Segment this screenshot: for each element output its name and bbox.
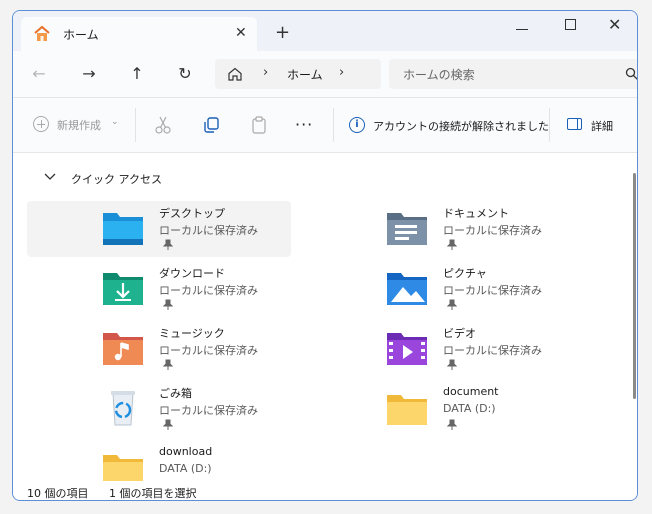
- tab-home[interactable]: ホーム ✕: [21, 17, 257, 51]
- status-bar: 10 個の項目 1 個の項目を選択: [13, 482, 637, 500]
- title-bar: ホーム ✕ + ✕: [13, 11, 637, 51]
- pin-icon: [163, 299, 173, 310]
- pin-icon: [163, 419, 173, 430]
- item-name: ごみ箱: [159, 387, 192, 400]
- address-bar[interactable]: › ホーム ›: [215, 59, 381, 89]
- selected-count: 1 個の項目を選択: [109, 487, 197, 500]
- file-explorer-window: ホーム ✕ + ✕ ← → ↑ ↻ › ホーム › ホームの検索 新規作成 ⌄ …: [12, 10, 638, 501]
- tab-title: ホーム: [63, 28, 99, 42]
- breadcrumb-home[interactable]: ホーム: [287, 66, 323, 83]
- breadcrumb-separator[interactable]: ›: [263, 65, 268, 80]
- pin-icon: [447, 299, 457, 310]
- cut-icon[interactable]: [153, 115, 173, 135]
- item-location: ローカルに保存済み: [159, 404, 258, 417]
- info-icon[interactable]: i: [349, 117, 365, 133]
- breadcrumb-separator[interactable]: ›: [339, 65, 344, 80]
- item-location: ローカルに保存済み: [443, 224, 542, 237]
- search-box[interactable]: ホームの検索: [389, 59, 637, 89]
- item-location: ローカルに保存済み: [159, 344, 258, 357]
- folder-icon: [387, 395, 427, 425]
- more-options-button[interactable]: ···: [295, 115, 313, 134]
- new-tab-button[interactable]: +: [275, 24, 290, 42]
- pictures-folder-icon: [387, 273, 427, 305]
- quick-access-item-recycle-bin[interactable]: ごみ箱 ローカルに保存済み: [27, 381, 291, 437]
- plus-icon: [33, 116, 49, 132]
- folder-icon: [103, 455, 143, 481]
- quick-access-item-videos[interactable]: ビデオ ローカルに保存済み: [311, 321, 575, 377]
- forward-button[interactable]: →: [79, 64, 99, 84]
- maximize-button[interactable]: [565, 19, 576, 30]
- search-placeholder: ホームの検索: [403, 68, 475, 82]
- account-disconnected-button[interactable]: アカウントの接続が解除されました: [373, 118, 549, 134]
- search-icon: [625, 67, 637, 80]
- up-button[interactable]: ↑: [127, 64, 147, 84]
- chevron-down-icon: ⌄: [111, 117, 119, 127]
- item-name: ビデオ: [443, 327, 476, 340]
- quick-access-item-pictures[interactable]: ピクチャ ローカルに保存済み: [311, 261, 575, 317]
- item-location: DATA (D:): [443, 402, 496, 415]
- item-name: ダウンロード: [159, 267, 225, 280]
- item-count: 10 個の項目: [27, 487, 89, 500]
- refresh-button[interactable]: ↻: [175, 64, 195, 84]
- toolbar-divider: [135, 108, 136, 142]
- content-area: クイック アクセス デスクトップ ローカルに保存済み ドキュメント ローカルに保…: [13, 153, 637, 482]
- quick-access-item-download[interactable]: download DATA (D:): [27, 441, 291, 481]
- back-button[interactable]: ←: [29, 64, 49, 84]
- navigation-bar: ← → ↑ ↻ › ホーム › ホームの検索: [13, 51, 637, 98]
- tab-close-icon[interactable]: ✕: [235, 25, 247, 41]
- window-close-button[interactable]: ✕: [608, 15, 621, 34]
- item-location: ローカルに保存済み: [443, 344, 542, 357]
- item-name: download: [159, 445, 213, 458]
- recycle-bin-icon: [111, 391, 135, 426]
- item-name: document: [443, 385, 499, 398]
- documents-folder-icon: [387, 213, 427, 245]
- item-location: ローカルに保存済み: [159, 224, 258, 237]
- chevron-down-icon[interactable]: [43, 170, 57, 184]
- pin-icon: [447, 239, 457, 250]
- quick-access-item-desktop[interactable]: デスクトップ ローカルに保存済み: [27, 201, 291, 257]
- pin-icon: [447, 419, 457, 430]
- quick-access-item-downloads[interactable]: ダウンロード ローカルに保存済み: [27, 261, 291, 317]
- pin-icon: [447, 359, 457, 370]
- desktop-folder-icon: [103, 213, 143, 245]
- pin-icon: [163, 359, 173, 370]
- downloads-folder-icon: [103, 273, 143, 305]
- toolbar-divider: [333, 108, 334, 142]
- home-icon: [34, 25, 50, 41]
- item-location: ローカルに保存済み: [443, 284, 542, 297]
- copy-icon[interactable]: [201, 115, 221, 135]
- vertical-scrollbar[interactable]: [633, 173, 636, 399]
- quick-access-item-music[interactable]: ミュージック ローカルに保存済み: [27, 321, 291, 377]
- item-location: ローカルに保存済み: [159, 284, 258, 297]
- paste-icon[interactable]: [249, 115, 269, 135]
- music-folder-icon: [103, 333, 143, 365]
- quick-access-item-document[interactable]: document DATA (D:): [311, 381, 575, 437]
- item-name: ピクチャ: [443, 267, 487, 280]
- command-bar: 新規作成 ⌄ ··· i アカウントの接続が解除されました 詳細: [13, 98, 637, 153]
- quick-access-header[interactable]: クイック アクセス: [71, 171, 162, 187]
- quick-access-item-documents[interactable]: ドキュメント ローカルに保存済み: [311, 201, 575, 257]
- details-pane-icon[interactable]: [567, 118, 582, 130]
- item-name: ミュージック: [159, 327, 225, 340]
- new-button-label: 新規作成: [57, 119, 101, 132]
- details-button[interactable]: 詳細: [591, 118, 613, 134]
- toolbar-divider: [549, 108, 550, 142]
- videos-folder-icon: [387, 333, 427, 365]
- item-name: デスクトップ: [159, 207, 225, 220]
- home-icon: [228, 67, 242, 81]
- item-location: DATA (D:): [159, 462, 212, 475]
- item-name: ドキュメント: [443, 207, 509, 220]
- pin-icon: [163, 239, 173, 250]
- minimize-button[interactable]: [516, 29, 528, 30]
